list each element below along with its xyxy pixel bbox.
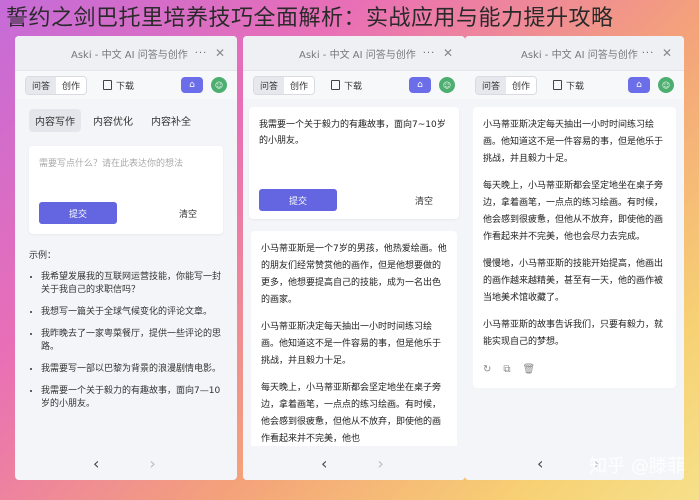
toolbar: 问答 创作 下载 ⌂ ☺ <box>15 71 237 99</box>
forward-icon[interactable]: › <box>149 454 155 473</box>
mode-qa[interactable]: 问答 <box>26 76 57 94</box>
answer-paragraph: 每天晚上，小马蒂亚斯都会坚定地坐在桌子旁边，拿着画笔，一点点的练习绘画。有时候，… <box>261 383 442 444</box>
tab-content-optimize[interactable]: 内容优化 <box>87 109 139 132</box>
mode-create[interactable]: 创作 <box>284 76 315 94</box>
mode-switch[interactable]: 问答 创作 <box>25 75 88 95</box>
mode-qa[interactable]: 问答 <box>476 76 507 94</box>
tab-title: Aski - 中文 AI 问答与创作 <box>71 49 188 61</box>
tab-content-writing[interactable]: 内容写作 <box>29 109 81 132</box>
watermark: 知乎 @滕菲 <box>589 456 685 477</box>
example-item[interactable]: 我需要写一部以巴黎为背景的浪漫剧情电影。 <box>41 363 223 376</box>
tab-title: Aski - 中文 AI 问答与创作 <box>299 49 416 61</box>
answer-card: 小马蒂亚斯决定每天抽出一小时时间练习绘画。他知道这不是一件容易的事，但是他乐于挑… <box>473 107 676 388</box>
prompt-input-card: 需要写点什么？请在此表达你的想法 提交 清空 <box>29 146 223 234</box>
browser-tab[interactable]: Aski - 中文 AI 问答与创作 ··· ✕ <box>243 36 465 71</box>
avatar[interactable]: ☺ <box>211 77 227 93</box>
mode-qa[interactable]: 问答 <box>254 76 285 94</box>
back-icon[interactable]: ‹ <box>321 454 327 473</box>
answer-paragraph: 每天晚上，小马蒂亚斯都会坚定地坐在桌子旁边，拿着画笔，一点点的练习绘画。有时候，… <box>483 181 664 242</box>
prompt-card: 我需要一个关于毅力的有趣故事，面向7~10岁的小朋友。 提交 清空 <box>249 107 459 219</box>
nav-bar: ‹ › <box>243 446 465 480</box>
mode-switch[interactable]: 问答 创作 <box>475 75 538 95</box>
tab-content-complete[interactable]: 内容补全 <box>145 109 197 132</box>
answer-card: 小马蒂亚斯是一个7岁的男孩，他热爱绘画。他的朋友们经常赞赏他的画作，但是他想要做… <box>251 231 457 458</box>
answer-paragraph: 小马蒂亚斯决定每天抽出一小时时间练习绘画。他知道这不是一件容易的事，但是他乐于挑… <box>483 120 664 164</box>
delete-icon[interactable]: 🗑 <box>523 361 536 378</box>
download-label: 下载 <box>344 81 363 92</box>
app-window-1: Aski - 中文 AI 问答与创作 ··· ✕ 问答 创作 下载 ⌂ ☺ 内容… <box>15 36 237 480</box>
file-icon <box>553 80 563 90</box>
more-icon[interactable]: ··· <box>419 48 439 59</box>
answer-paragraph: 小马蒂亚斯是一个7岁的男孩，他热爱绘画。他的朋友们经常赞赏他的画作，但是他想要做… <box>261 244 447 305</box>
avatar[interactable]: ☺ <box>439 77 455 93</box>
subtabs: 内容写作 内容优化 内容补全 <box>15 99 237 136</box>
examples: 示例： 我希望发展我的互联网运营技能，你能写一封关于我自己的求职信吗？ 我想写一… <box>15 234 237 411</box>
download-button[interactable]: 下载 <box>553 79 584 92</box>
close-icon[interactable]: ✕ <box>439 46 457 60</box>
submit-button[interactable]: 提交 <box>259 189 337 211</box>
avatar[interactable]: ☺ <box>658 77 674 93</box>
app-window-3: Aski - 中文 AI 问答与创作 ··· ✕ 问答 创作 下载 ⌂ ☺ 小马… <box>465 36 684 480</box>
bag-icon[interactable]: ⌂ <box>409 77 431 93</box>
mode-create[interactable]: 创作 <box>506 76 537 94</box>
app-window-2: Aski - 中文 AI 问答与创作 ··· ✕ 问答 创作 下载 ⌂ ☺ 我需… <box>243 36 465 480</box>
close-icon[interactable]: ✕ <box>211 46 229 60</box>
example-item[interactable]: 我希望发展我的互联网运营技能，你能写一封关于我自己的求职信吗？ <box>41 271 223 297</box>
answer-paragraph: 小马蒂亚斯决定每天抽出一小时时间练习绘画。他知道这不是一件容易的事，但是他乐于挑… <box>261 322 442 366</box>
more-icon[interactable]: ··· <box>191 48 211 59</box>
browser-tab[interactable]: Aski - 中文 AI 问答与创作 ··· ✕ <box>15 36 237 71</box>
answer-paragraph: 小马蒂亚斯的故事告诉我们，只要有毅力，就能实现自己的梦想。 <box>483 320 664 347</box>
bag-icon[interactable]: ⌂ <box>181 77 203 93</box>
browser-tab[interactable]: Aski - 中文 AI 问答与创作 ··· ✕ <box>465 36 684 71</box>
example-item[interactable]: 我需要一个关于毅力的有趣故事，面向7—10岁的小朋友。 <box>41 385 223 411</box>
file-icon <box>103 80 113 90</box>
forward-icon[interactable]: › <box>377 454 383 473</box>
download-label: 下载 <box>566 81 585 92</box>
clear-button[interactable]: 清空 <box>179 207 197 220</box>
prompt-text[interactable]: 我需要一个关于毅力的有趣故事，面向7~10岁的小朋友。 <box>259 117 449 149</box>
regenerate-icon[interactable]: ↻ <box>483 361 491 378</box>
file-icon <box>331 80 341 90</box>
more-icon[interactable]: ··· <box>638 48 658 59</box>
back-icon[interactable]: ‹ <box>537 454 543 473</box>
tab-title: Aski - 中文 AI 问答与创作 <box>521 49 638 61</box>
prompt-input[interactable]: 需要写点什么？请在此表达你的想法 <box>29 146 223 179</box>
answer-paragraph: 慢慢地，小马蒂亚斯的技能开始提高，他画出的画作越来越精美，甚至有一天，他的画作被… <box>483 259 664 303</box>
bag-icon[interactable]: ⌂ <box>628 77 650 93</box>
answer-actions: ↻ ⧉ 🗑 <box>483 361 666 378</box>
close-icon[interactable]: ✕ <box>658 46 676 60</box>
headline: 誓约之剑巴托里培养技巧全面解析：实战应用与能力提升攻略 <box>6 6 614 31</box>
toolbar: 问答 创作 下载 ⌂ ☺ <box>465 71 684 99</box>
example-item[interactable]: 我昨晚去了一家粤菜餐厅，提供一些评论的思路。 <box>41 328 223 354</box>
examples-title: 示例： <box>29 251 57 261</box>
toolbar: 问答 创作 下载 ⌂ ☺ <box>243 71 465 99</box>
mode-switch[interactable]: 问答 创作 <box>253 75 316 95</box>
download-label: 下载 <box>116 81 135 92</box>
submit-button[interactable]: 提交 <box>39 202 117 224</box>
download-button[interactable]: 下载 <box>331 79 362 92</box>
copy-icon[interactable]: ⧉ <box>503 361 510 378</box>
clear-button[interactable]: 清空 <box>415 194 433 207</box>
download-button[interactable]: 下载 <box>103 79 134 92</box>
back-icon[interactable]: ‹ <box>93 454 99 473</box>
nav-bar: ‹ › <box>15 446 237 480</box>
example-item[interactable]: 我想写一篇关于全球气候变化的评论文章。 <box>41 306 223 319</box>
mode-create[interactable]: 创作 <box>56 76 87 94</box>
